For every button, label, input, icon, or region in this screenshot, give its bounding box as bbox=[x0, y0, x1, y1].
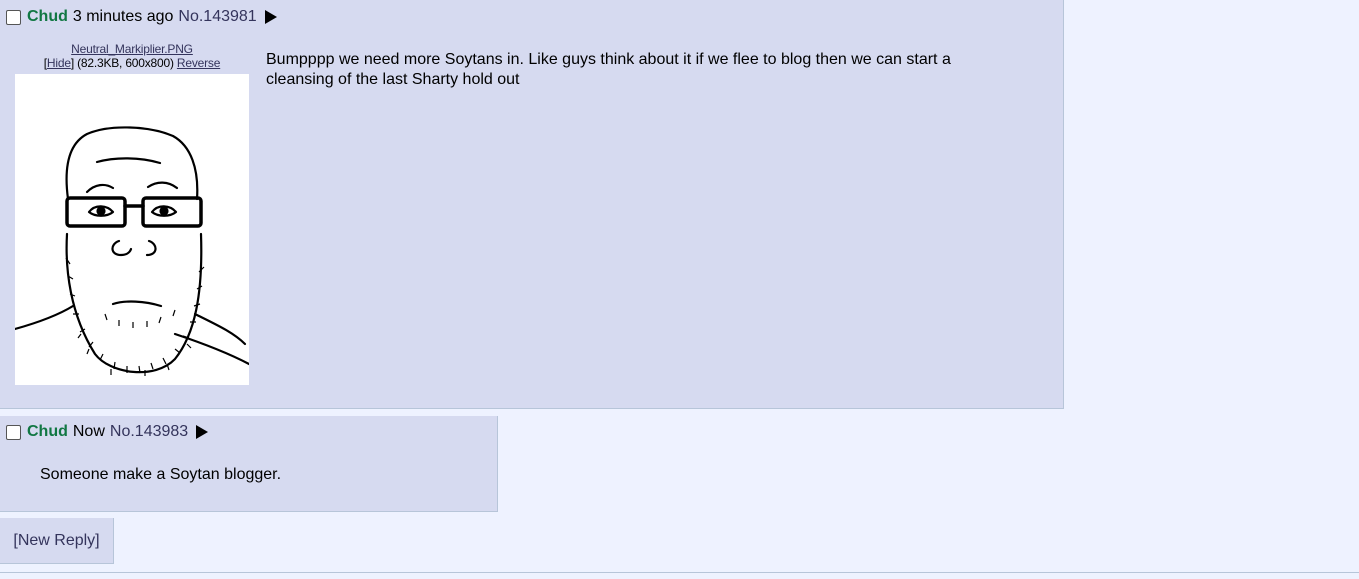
post-image-thumbnail[interactable] bbox=[15, 74, 249, 385]
poster-name: Chud bbox=[27, 423, 68, 440]
post-message: Someone make a Soytan blogger. bbox=[40, 466, 282, 483]
post-message: Bumpppp we need more Soytans in. Like gu… bbox=[266, 51, 951, 88]
post-select-checkbox[interactable] bbox=[6, 9, 21, 25]
post-number-link[interactable]: No.143983 bbox=[110, 423, 188, 441]
post-menu-arrow-icon[interactable] bbox=[196, 425, 209, 439]
post-143981: Chud 3 minutes ago No.143981 Neutral_Mar… bbox=[0, 0, 1064, 409]
post-number-link[interactable]: No.143981 bbox=[178, 8, 256, 26]
post-time: 3 minutes ago bbox=[72, 8, 174, 25]
hide-image-link[interactable]: Hide bbox=[47, 56, 71, 70]
reverse-image-search-link[interactable]: Reverse bbox=[177, 56, 220, 70]
file-name-link[interactable]: Neutral_Markiplier.PNG bbox=[71, 42, 193, 56]
post-menu-arrow-icon[interactable] bbox=[264, 10, 277, 24]
post-time: Now bbox=[72, 423, 105, 440]
new-reply-button[interactable]: [New Reply] bbox=[0, 518, 114, 564]
file-info: Neutral_Markiplier.PNG [Hide] (82.3KB, 6… bbox=[43, 42, 221, 70]
post-info: Chud Now No.143983 bbox=[6, 423, 209, 441]
poster-name: Chud bbox=[27, 8, 68, 25]
post-select-checkbox[interactable] bbox=[6, 424, 21, 440]
post-info: Chud 3 minutes ago No.143981 bbox=[6, 8, 277, 26]
post-143983: Chud Now No.143983 Someone make a Soytan… bbox=[0, 416, 498, 512]
divider bbox=[0, 572, 1359, 573]
soyjak-drawing-icon bbox=[15, 126, 249, 376]
file-meta: (82.3KB, 600x800) bbox=[77, 56, 174, 70]
